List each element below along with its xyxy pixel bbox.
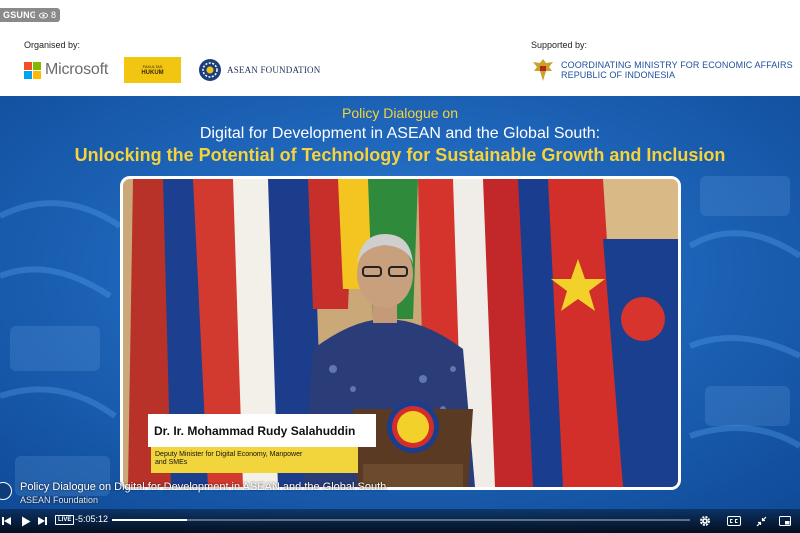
ministry-name-line1: COORDINATING MINISTRY FOR ECONOMIC AFFAI…: [561, 60, 793, 70]
hukum-logo-name: HUKUM: [141, 70, 164, 76]
garuda-emblem-icon: [533, 59, 553, 81]
banner-title-line3: Unlocking the Potential of Technology fo…: [74, 145, 726, 165]
video-player-page: GSUNG 8 Organised by: Supported by: Micr…: [0, 0, 800, 533]
picture-in-picture-icon: [779, 516, 791, 526]
ministry-logo: COORDINATING MINISTRY FOR ECONOMIC AFFAI…: [531, 57, 793, 83]
live-indicator[interactable]: LIVE: [55, 515, 75, 525]
play-button[interactable]: [19, 509, 33, 533]
hukum-logo: FAKULTAS HUKUM: [124, 57, 181, 83]
time-remaining: -5:05:12: [75, 514, 109, 524]
play-icon: [22, 516, 31, 526]
ministry-name-line2: REPUBLIC OF INDONESIA: [561, 70, 676, 80]
player-controls-bar: [0, 509, 800, 533]
skip-back-icon: [2, 517, 11, 525]
banner-title-line2: Digital for Development in ASEAN and the…: [199, 125, 601, 142]
picture-in-picture-button[interactable]: [778, 509, 792, 533]
speaker-name-caption: Dr. Ir. Mohammad Rudy Salahuddin: [148, 414, 376, 447]
gear-icon: [700, 516, 710, 526]
closed-captions-icon: [727, 516, 741, 526]
hukum-logo-top: FAKULTAS: [142, 64, 163, 69]
organised-by-label: Organised by:: [24, 40, 81, 50]
speaker-role-caption: Deputy Minister for Digital Economy, Man…: [151, 447, 358, 473]
viewer-count-badge: 8: [35, 8, 61, 22]
progress-bar-fill: [112, 519, 188, 521]
supported-by-label: Supported by:: [531, 40, 588, 50]
speaker-role-line2: and SMEs: [155, 459, 188, 466]
asean-foundation-logo: ASEAN FOUNDATION: [198, 58, 320, 82]
settings-button[interactable]: [698, 509, 712, 533]
microsoft-windows-icon: [24, 62, 41, 79]
microsoft-logo: Microsoft: [24, 61, 108, 79]
asean-foundation-wordmark: ASEAN FOUNDATION: [227, 65, 321, 75]
progress-bar[interactable]: [112, 519, 690, 521]
microsoft-wordmark: Microsoft: [45, 61, 109, 78]
speaker-role-line1: Deputy Minister for Digital Economy, Man…: [155, 451, 303, 458]
event-banner: Policy Dialogue on Digital for Developme…: [0, 96, 800, 533]
collapse-arrows-icon: [756, 516, 766, 526]
minimize-button[interactable]: [754, 509, 768, 533]
video-title[interactable]: Policy Dialogue on Digital for Developme…: [20, 481, 386, 493]
previous-button[interactable]: [0, 509, 12, 533]
sponsor-header: GSUNG 8 Organised by: Supported by: Micr…: [0, 0, 800, 96]
banner-title-line1: Policy Dialogue on: [342, 105, 458, 121]
eye-icon: [39, 12, 48, 18]
channel-name[interactable]: ASEAN Foundation: [20, 495, 98, 505]
captions-button[interactable]: [726, 509, 742, 533]
asean-foundation-emblem-icon: [199, 59, 221, 81]
viewer-count: 8: [51, 10, 57, 20]
skip-forward-icon: [38, 517, 47, 525]
next-button[interactable]: [37, 509, 49, 533]
